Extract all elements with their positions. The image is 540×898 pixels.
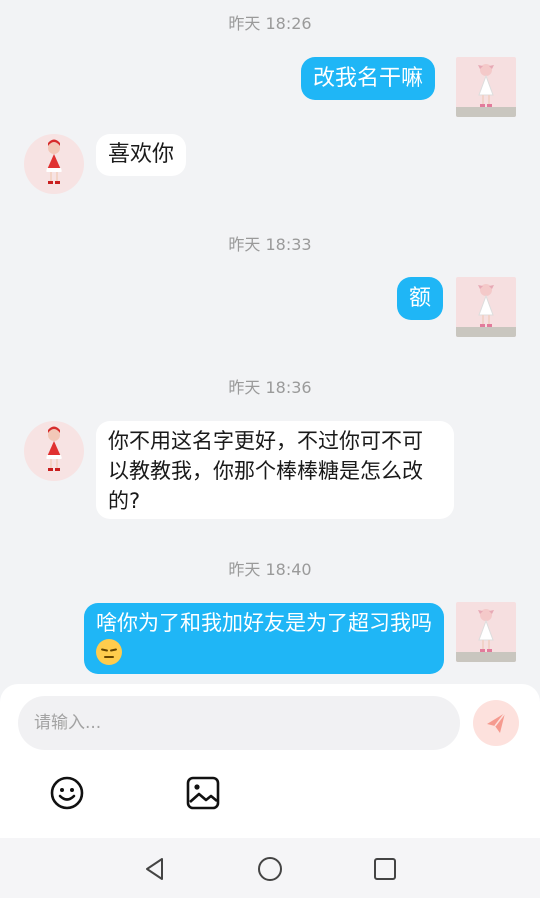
my-avatar[interactable] (456, 277, 516, 337)
composer-panel (0, 684, 540, 838)
avatar-figure-icon (46, 139, 62, 184)
system-navigation-bar (0, 838, 540, 898)
contact-avatar[interactable] (24, 421, 84, 481)
send-button[interactable] (473, 700, 519, 746)
message-bubble-mine[interactable]: 改我名干嘛 (301, 57, 436, 100)
nav-back-button[interactable] (140, 854, 170, 884)
nav-recent-button[interactable] (370, 854, 400, 884)
pensive-face-emoji-icon (96, 639, 122, 665)
avatar-figure-icon (478, 284, 494, 327)
avatar-figure-icon (478, 64, 494, 107)
image-button[interactable] (184, 774, 222, 812)
avatar-figure-icon (478, 609, 494, 652)
emoji-button[interactable] (48, 774, 86, 812)
message-bubble-contact[interactable]: 喜欢你 (96, 134, 187, 176)
nav-home-button[interactable] (255, 854, 285, 884)
message-bubble-contact[interactable]: 你不用这名字更好，不过你可不可以教教我，你那个棒棒糖是怎么改的? (96, 421, 454, 519)
message-text: 啥你为了和我加好友是为了超习我吗 (96, 611, 432, 635)
avatar-figure-icon (46, 426, 62, 471)
my-avatar[interactable] (456, 602, 516, 662)
home-circle-icon (258, 857, 282, 881)
message-bubble-mine[interactable]: 啥你为了和我加好友是为了超习我吗 (84, 603, 444, 674)
recent-square-icon (374, 858, 396, 880)
timestamp: 昨天 18:33 (228, 235, 312, 254)
contact-avatar[interactable] (24, 134, 84, 194)
send-icon (487, 712, 506, 733)
timestamp: 昨天 18:26 (228, 14, 312, 33)
chat-history[interactable]: 昨天 18:26 改我名干嘛 喜欢你 昨天 18:33 额 昨天 18:36 你… (0, 0, 540, 684)
timestamp: 昨天 18:36 (228, 378, 312, 397)
back-triangle-icon (146, 858, 163, 880)
smiley-icon (50, 776, 84, 810)
timestamp: 昨天 18:40 (228, 560, 312, 579)
image-icon (186, 776, 220, 810)
message-bubble-mine[interactable]: 额 (397, 277, 444, 320)
my-avatar[interactable] (456, 57, 516, 117)
message-input[interactable] (18, 696, 460, 750)
